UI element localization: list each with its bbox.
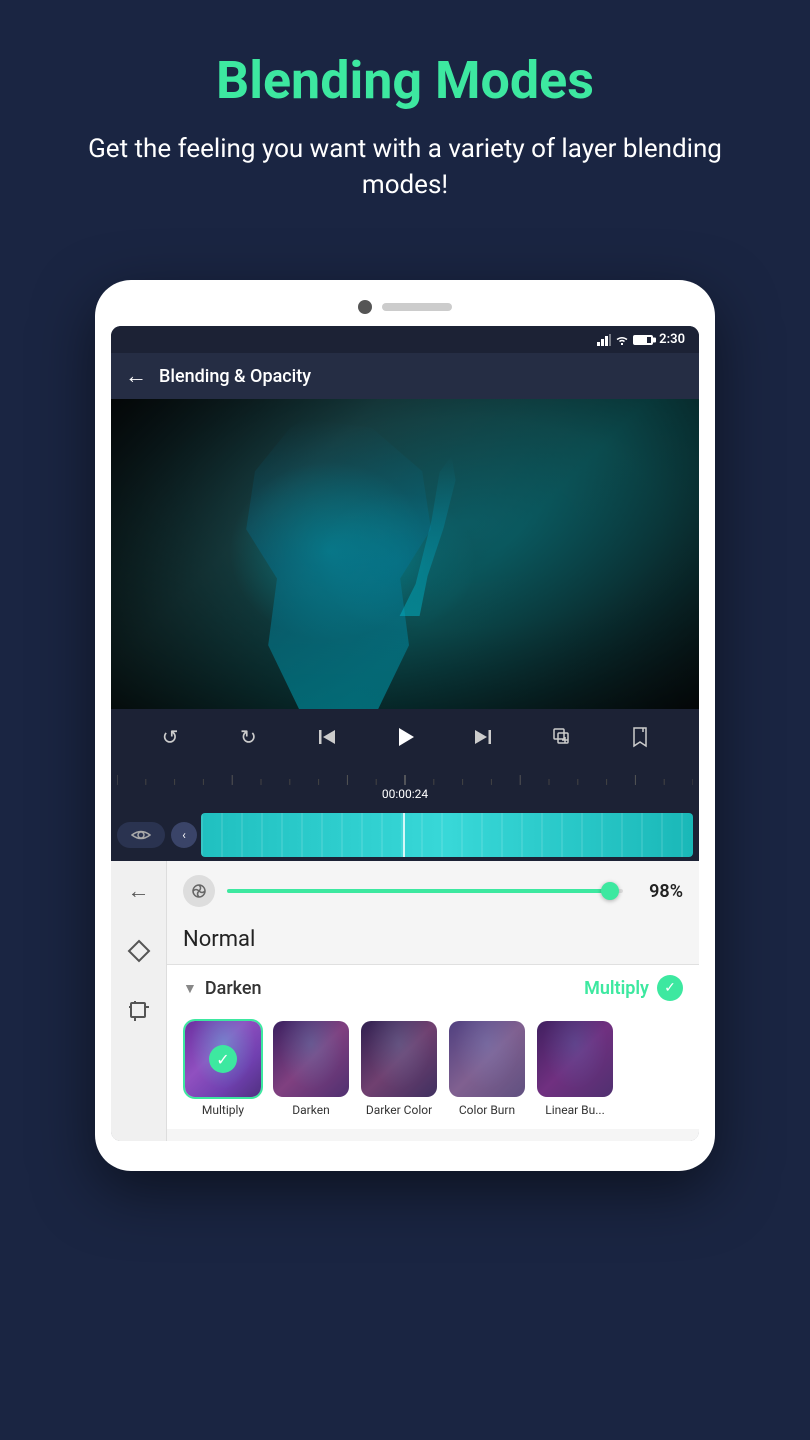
page-subtitle: Get the feeling you want with a variety … <box>60 131 750 204</box>
blend-label-multiply: Multiply <box>202 1103 244 1117</box>
crop-icon <box>127 999 151 1023</box>
back-arrow-icon: ← <box>128 878 150 904</box>
blend-thumb-img-linear-burn[interactable] <box>535 1019 615 1099</box>
app-bar: ← Blending & Opacity <box>111 353 699 399</box>
video-preview <box>111 399 699 709</box>
chevron-left-icon: ‹ <box>182 828 186 842</box>
battery-icon <box>633 335 653 345</box>
play-icon <box>394 726 416 748</box>
blend-thumb-linear-burn[interactable]: Linear Bu... <box>535 1019 615 1117</box>
check-icon: ✓ <box>664 980 676 996</box>
bottom-panel: ← <box>111 861 699 1141</box>
blend-section-name: Darken <box>205 978 262 999</box>
signal-icon <box>597 334 611 346</box>
phone-mockup: 2:30 ← Blending & Opacity ↺ <box>95 280 715 1171</box>
bookmark-button[interactable] <box>622 719 658 755</box>
skip-end-icon <box>473 727 493 747</box>
page-header: Blending Modes Get the feeling you want … <box>0 0 810 234</box>
status-time: 2:30 <box>659 332 685 347</box>
blend-thumb-img-color-burn[interactable] <box>447 1019 527 1099</box>
darken-section-arrow-icon: ▼ <box>183 980 197 997</box>
skip-start-button[interactable] <box>309 719 345 755</box>
timeline-time-display: 00:00:24 <box>111 785 699 805</box>
opacity-icon <box>183 875 215 907</box>
blend-label-linear-burn: Linear Bu... <box>545 1103 605 1117</box>
status-icons <box>597 334 653 346</box>
blend-thumb-img-darker-color[interactable] <box>359 1019 439 1099</box>
blend-section-left: ▼ Darken <box>183 978 262 999</box>
timeline-ruler <box>111 769 699 785</box>
phone-speaker <box>382 303 452 311</box>
add-clip-button[interactable] <box>544 719 580 755</box>
status-bar: 2:30 <box>111 326 699 353</box>
track-clip[interactable] <box>201 813 693 857</box>
main-panel: 98% Normal ▼ Darken <box>167 861 699 1141</box>
timeline-container: 00:00:24 <box>111 765 699 809</box>
blend-active-check: ✓ <box>657 975 683 1001</box>
check-circle-icon: ✓ <box>209 1045 237 1073</box>
back-tool-button[interactable]: ← <box>119 871 159 911</box>
app-bar-title: Blending & Opacity <box>159 366 311 387</box>
wifi-icon <box>615 334 629 346</box>
blend-section: ▼ Darken Multiply ✓ <box>167 964 699 1129</box>
opacity-slider-thumb[interactable] <box>601 882 619 900</box>
playback-controls: ↺ ↻ <box>111 709 699 765</box>
add-clip-icon <box>551 726 573 748</box>
side-tools: ← <box>111 861 167 1141</box>
blend-label-darken: Darken <box>292 1103 329 1117</box>
blend-label-darker-color: Darker Color <box>366 1103 432 1117</box>
blend-active-mode-label: Multiply <box>584 978 649 999</box>
crop-tool-button[interactable] <box>119 991 159 1031</box>
opacity-brush-icon <box>190 882 208 900</box>
eye-icon <box>131 828 151 842</box>
track-collapse-button[interactable]: ‹ <box>171 822 197 848</box>
diamond-icon <box>127 939 151 963</box>
blend-mode-label-row: Normal <box>167 921 699 964</box>
blend-thumb-darken[interactable]: Darken <box>271 1019 351 1117</box>
blend-thumb-multiply[interactable]: ✓ Multiply <box>183 1019 263 1117</box>
redo-button[interactable]: ↻ <box>230 719 266 755</box>
blend-label-color-burn: Color Burn <box>459 1103 515 1117</box>
undo-button[interactable]: ↺ <box>152 719 188 755</box>
opacity-slider-fill <box>227 889 615 893</box>
transform-tool-button[interactable] <box>119 931 159 971</box>
page-background: Blending Modes Get the feeling you want … <box>0 0 810 1440</box>
bookmark-icon <box>630 726 650 748</box>
phone-camera <box>358 300 372 314</box>
blend-section-active: Multiply ✓ <box>584 975 683 1001</box>
blend-thumbnails: ✓ Multiply Dar <box>167 1011 699 1129</box>
blend-mode-current-label: Normal <box>183 927 683 952</box>
app-bar-back-button[interactable]: ← <box>125 363 147 389</box>
skip-start-icon <box>317 727 337 747</box>
phone-screen: 2:30 ← Blending & Opacity ↺ <box>111 326 699 1141</box>
blend-thumb-check-multiply: ✓ <box>185 1021 261 1097</box>
page-title: Blending Modes <box>60 50 750 111</box>
blend-thumb-img-multiply[interactable]: ✓ <box>183 1019 263 1099</box>
track-eye-button[interactable] <box>117 822 165 848</box>
blend-thumb-img-darken[interactable] <box>271 1019 351 1099</box>
opacity-slider[interactable] <box>227 889 623 893</box>
blend-thumb-color-burn[interactable]: Color Burn <box>447 1019 527 1117</box>
opacity-value: 98% <box>635 881 683 902</box>
skip-end-button[interactable] <box>465 719 501 755</box>
opacity-row: 98% <box>167 861 699 921</box>
play-button[interactable] <box>387 719 423 755</box>
phone-top-bar <box>111 300 699 314</box>
blend-thumb-darker-color[interactable]: Darker Color <box>359 1019 439 1117</box>
blend-section-header: ▼ Darken Multiply ✓ <box>167 965 699 1011</box>
track-area: ‹ <box>111 809 699 861</box>
